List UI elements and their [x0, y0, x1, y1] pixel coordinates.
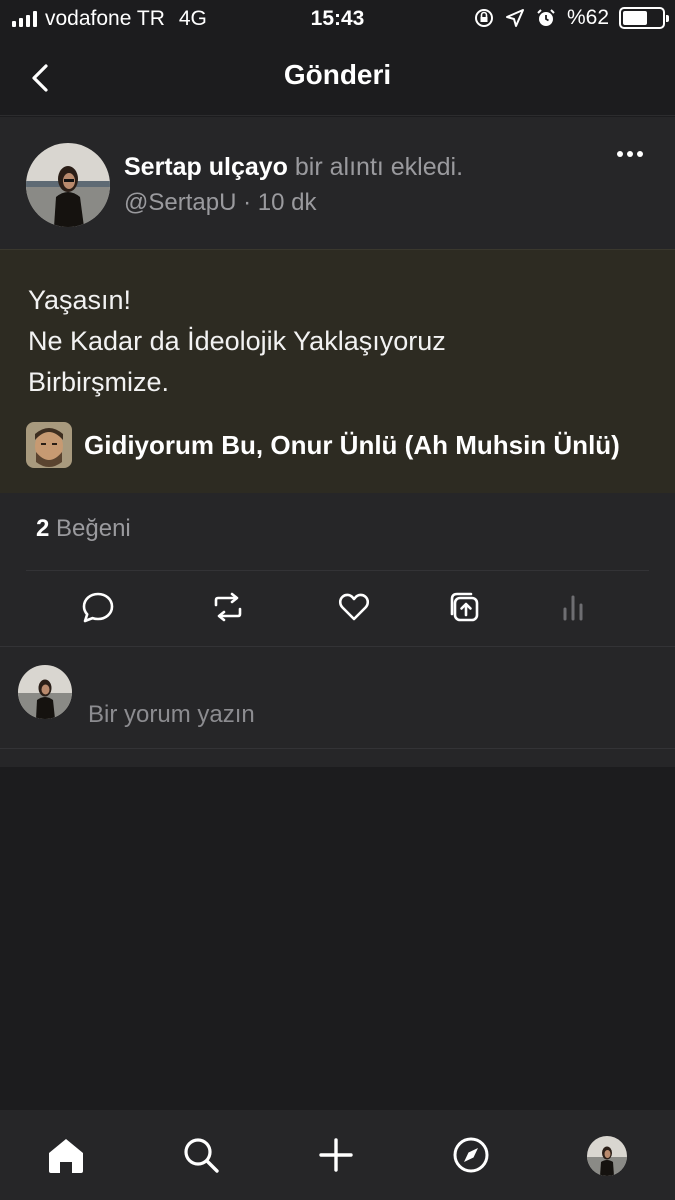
source-thumbnail: [26, 422, 72, 468]
separator-dot: ·: [243, 189, 258, 216]
post-header: Sertap ulçayo bir alıntı ekledi. @Sertap…: [0, 117, 675, 249]
likes-count: 2: [36, 515, 50, 542]
action-bar: [0, 589, 675, 625]
quote-line: Ne Kadar da İdeolojik Yaklaşıyoruz: [28, 326, 446, 356]
location-icon: [505, 9, 524, 27]
plus-icon: [319, 1138, 353, 1172]
divider: [0, 748, 675, 749]
more-options-button[interactable]: [617, 151, 643, 157]
stats-icon: [563, 595, 583, 621]
tab-search[interactable]: [180, 1134, 222, 1176]
tab-explore[interactable]: [450, 1134, 492, 1176]
divider: [0, 646, 675, 647]
heart-icon: [338, 593, 370, 621]
comment-button[interactable]: [80, 589, 116, 625]
author-name[interactable]: Sertap ulçayo: [124, 153, 288, 181]
more-dot: [637, 151, 643, 157]
post-time: 10 dk: [257, 189, 317, 216]
divider: [26, 570, 649, 571]
share-icon: [450, 592, 479, 622]
quote-line: Yaşasın!: [28, 285, 132, 315]
stats-button[interactable]: [555, 589, 591, 625]
rotation-lock-icon: [474, 9, 493, 27]
likes-label: Beğeni: [56, 515, 131, 542]
author-line: Sertap ulçayo bir alıntı ekledi.: [124, 153, 463, 182]
alarm-icon: [537, 9, 555, 26]
source-title: Gidiyorum Bu, Onur Ünlü (Ah Muhsin Ünlü): [84, 429, 620, 460]
status-right: %62: [473, 6, 669, 30]
tab-bar: [0, 1110, 675, 1200]
repost-icon: [214, 592, 242, 622]
author-handle[interactable]: @SertapU: [124, 189, 236, 216]
share-button[interactable]: [447, 589, 483, 625]
more-dot: [627, 151, 633, 157]
battery-icon: [619, 7, 669, 29]
author-action: bir alıntı ekledi.: [294, 153, 464, 181]
like-button[interactable]: [336, 589, 372, 625]
current-user-avatar: [18, 665, 72, 719]
comment-input[interactable]: [88, 697, 628, 733]
author-avatar[interactable]: [26, 143, 110, 227]
post-card: Sertap ulçayo bir alıntı ekledi. @Sertap…: [0, 117, 675, 767]
quote-line: Birbirşmize.: [28, 367, 170, 397]
quote-source[interactable]: Gidiyorum Bu, Onur Ünlü (Ah Muhsin Ünlü): [26, 422, 620, 468]
quote-block[interactable]: Yaşasın! Ne Kadar da İdeolojik Yaklaşıyo…: [0, 249, 675, 493]
status-bar: vodafone TR 4G 15:43 %62: [0, 0, 675, 40]
home-icon: [49, 1139, 83, 1173]
page-title: Gönderi: [283, 59, 392, 90]
comment-icon: [82, 592, 114, 623]
handle-line: @SertapU · 10 dk: [124, 189, 316, 217]
search-icon: [184, 1138, 219, 1173]
compass-icon: [453, 1137, 489, 1173]
likes-summary[interactable]: 2 Beğeni: [36, 515, 131, 543]
tab-create[interactable]: [315, 1134, 357, 1176]
nav-header: Gönderi: [0, 40, 675, 116]
quote-text: Yaşasın! Ne Kadar da İdeolojik Yaklaşıyo…: [28, 280, 446, 403]
tab-profile-avatar[interactable]: [587, 1136, 627, 1176]
battery-label: %62: [566, 6, 609, 29]
battery-fill: [623, 11, 647, 25]
tab-home[interactable]: [45, 1134, 87, 1176]
more-dot: [617, 151, 623, 157]
repost-button[interactable]: [210, 589, 246, 625]
